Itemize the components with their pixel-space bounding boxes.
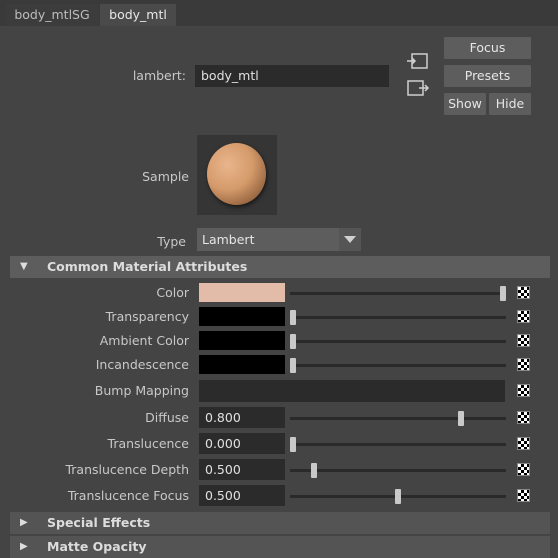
translucence-focus-field[interactable]: 0.500: [199, 485, 285, 506]
translucence-depth-label: Translucence Depth: [65, 462, 189, 477]
common-material-attributes-header[interactable]: ▼ Common Material Attributes: [10, 256, 550, 278]
collapse-arrow-icon: ▶: [20, 517, 28, 528]
translucence-depth-slider-track[interactable]: [290, 469, 506, 472]
incandescence-swatch[interactable]: [199, 355, 285, 374]
input-connection-icon[interactable]: [406, 52, 430, 70]
translucence-depth-field[interactable]: 0.500: [199, 459, 285, 480]
focus-button[interactable]: Focus: [444, 37, 531, 59]
sample-label: Sample: [142, 169, 189, 184]
transparency-slider-track[interactable]: [290, 316, 506, 319]
output-connection-icon[interactable]: [406, 79, 430, 97]
incandescence-slider-track[interactable]: [290, 364, 506, 367]
bump-mapping-map-button-icon[interactable]: [517, 384, 530, 397]
node-name-field[interactable]: body_mtl: [195, 65, 389, 87]
expand-arrow-icon: ▼: [20, 261, 28, 272]
section-title: Common Material Attributes: [47, 259, 248, 274]
ambient-color-label: Ambient Color: [99, 333, 189, 348]
translucence-row: Translucence 0.000: [0, 433, 558, 455]
translucence-slider-handle[interactable]: [290, 437, 296, 452]
ambient-color-swatch[interactable]: [199, 331, 285, 350]
translucence-map-button-icon[interactable]: [517, 437, 530, 450]
transparency-slider-handle[interactable]: [290, 310, 296, 325]
sample-swatch: [197, 135, 277, 215]
tab-body-mtl[interactable]: body_mtl: [100, 4, 176, 26]
diffuse-slider-track[interactable]: [290, 417, 506, 420]
ambient-color-slider-handle[interactable]: [290, 334, 296, 349]
color-map-button-icon[interactable]: [517, 286, 530, 299]
translucence-depth-slider-handle[interactable]: [311, 463, 317, 478]
incandescence-label: Incandescence: [95, 357, 189, 372]
color-slider-track[interactable]: [290, 292, 506, 295]
translucence-slider-track[interactable]: [290, 443, 506, 446]
color-row: Color: [0, 282, 558, 304]
presets-button[interactable]: Presets: [444, 65, 531, 87]
tab-body-mtlsg[interactable]: body_mtlSG: [6, 4, 98, 26]
section-title: Special Effects: [47, 515, 151, 530]
node-type-label: lambert:: [132, 68, 186, 83]
show-button[interactable]: Show: [444, 93, 486, 115]
transparency-swatch[interactable]: [199, 307, 285, 326]
material-sphere: [207, 143, 266, 205]
type-dropdown-arrow-icon: [339, 228, 361, 251]
color-slider-handle[interactable]: [500, 286, 506, 301]
diffuse-field[interactable]: 0.800: [199, 407, 285, 428]
section-title: Matte Opacity: [47, 539, 147, 554]
ambient-color-slider-track[interactable]: [290, 340, 506, 343]
diffuse-label: Diffuse: [145, 410, 189, 425]
translucence-label: Translucence: [107, 436, 189, 451]
translucence-focus-map-button-icon[interactable]: [517, 489, 530, 502]
translucence-focus-slider-handle[interactable]: [395, 489, 401, 504]
translucence-field[interactable]: 0.000: [199, 433, 285, 454]
bump-mapping-row: Bump Mapping: [0, 380, 558, 402]
translucence-depth-row: Translucence Depth 0.500: [0, 459, 558, 481]
type-value: Lambert: [202, 232, 255, 247]
transparency-label: Transparency: [105, 309, 189, 324]
translucence-focus-row: Translucence Focus 0.500: [0, 485, 558, 507]
ambient-color-map-button-icon[interactable]: [517, 334, 530, 347]
tab-bar: body_mtlSG body_mtl: [0, 0, 558, 26]
incandescence-row: Incandescence: [0, 354, 558, 376]
bump-mapping-field[interactable]: [199, 380, 505, 402]
transparency-row: Transparency: [0, 306, 558, 328]
transparency-map-button-icon[interactable]: [517, 310, 530, 323]
hide-button[interactable]: Hide: [489, 93, 531, 115]
collapse-arrow-icon: ▶: [20, 541, 28, 552]
type-dropdown[interactable]: Lambert: [197, 228, 361, 251]
matte-opacity-header[interactable]: ▶ Matte Opacity: [10, 536, 550, 558]
ambient-color-row: Ambient Color: [0, 330, 558, 352]
attribute-editor-panel: lambert: body_mtl Focus Presets Show Hid…: [0, 26, 558, 558]
translucence-depth-map-button-icon[interactable]: [517, 463, 530, 476]
diffuse-slider-handle[interactable]: [458, 411, 464, 426]
type-label: Type: [157, 234, 186, 249]
diffuse-map-button-icon[interactable]: [517, 411, 530, 424]
color-swatch[interactable]: [199, 283, 285, 302]
translucence-focus-label: Translucence Focus: [67, 488, 189, 503]
incandescence-slider-handle[interactable]: [290, 358, 296, 373]
diffuse-row: Diffuse 0.800: [0, 407, 558, 429]
special-effects-header[interactable]: ▶ Special Effects: [10, 512, 550, 534]
incandescence-map-button-icon[interactable]: [517, 358, 530, 371]
color-label: Color: [156, 285, 189, 300]
bump-mapping-label: Bump Mapping: [94, 383, 189, 398]
